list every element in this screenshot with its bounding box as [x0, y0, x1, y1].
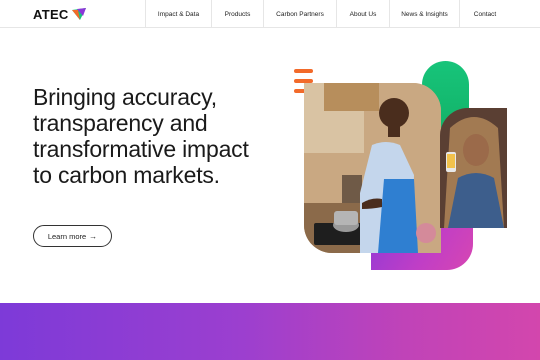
learn-more-button[interactable]: Learn more → [33, 225, 112, 247]
nav-about-us[interactable]: About Us [336, 0, 389, 28]
photo-man-cooking [304, 83, 441, 253]
arrow-right-icon: → [89, 231, 98, 241]
main-nav: Impact & Data Products Carbon Partners A… [145, 0, 510, 28]
learn-more-label: Learn more [47, 231, 87, 241]
hero-image-collage [294, 60, 514, 275]
logo-mark-icon [71, 8, 86, 20]
logo-wordmark: ATEC [33, 6, 69, 22]
nav-carbon-partners[interactable]: Carbon Partners [263, 0, 336, 28]
gradient-band [0, 303, 540, 360]
nav-contact[interactable]: Contact [459, 0, 510, 28]
logo[interactable]: ATEC [33, 6, 87, 22]
photo-woman-phone [440, 108, 507, 228]
site-header: ATEC Impact & Data Products Carbon Partn… [0, 0, 540, 28]
nav-news-insights[interactable]: News & Insights [389, 0, 459, 28]
nav-impact-data[interactable]: Impact & Data [145, 0, 211, 28]
hero-headline: Bringing accuracy, transparency and tran… [33, 84, 249, 188]
nav-products[interactable]: Products [211, 0, 263, 28]
